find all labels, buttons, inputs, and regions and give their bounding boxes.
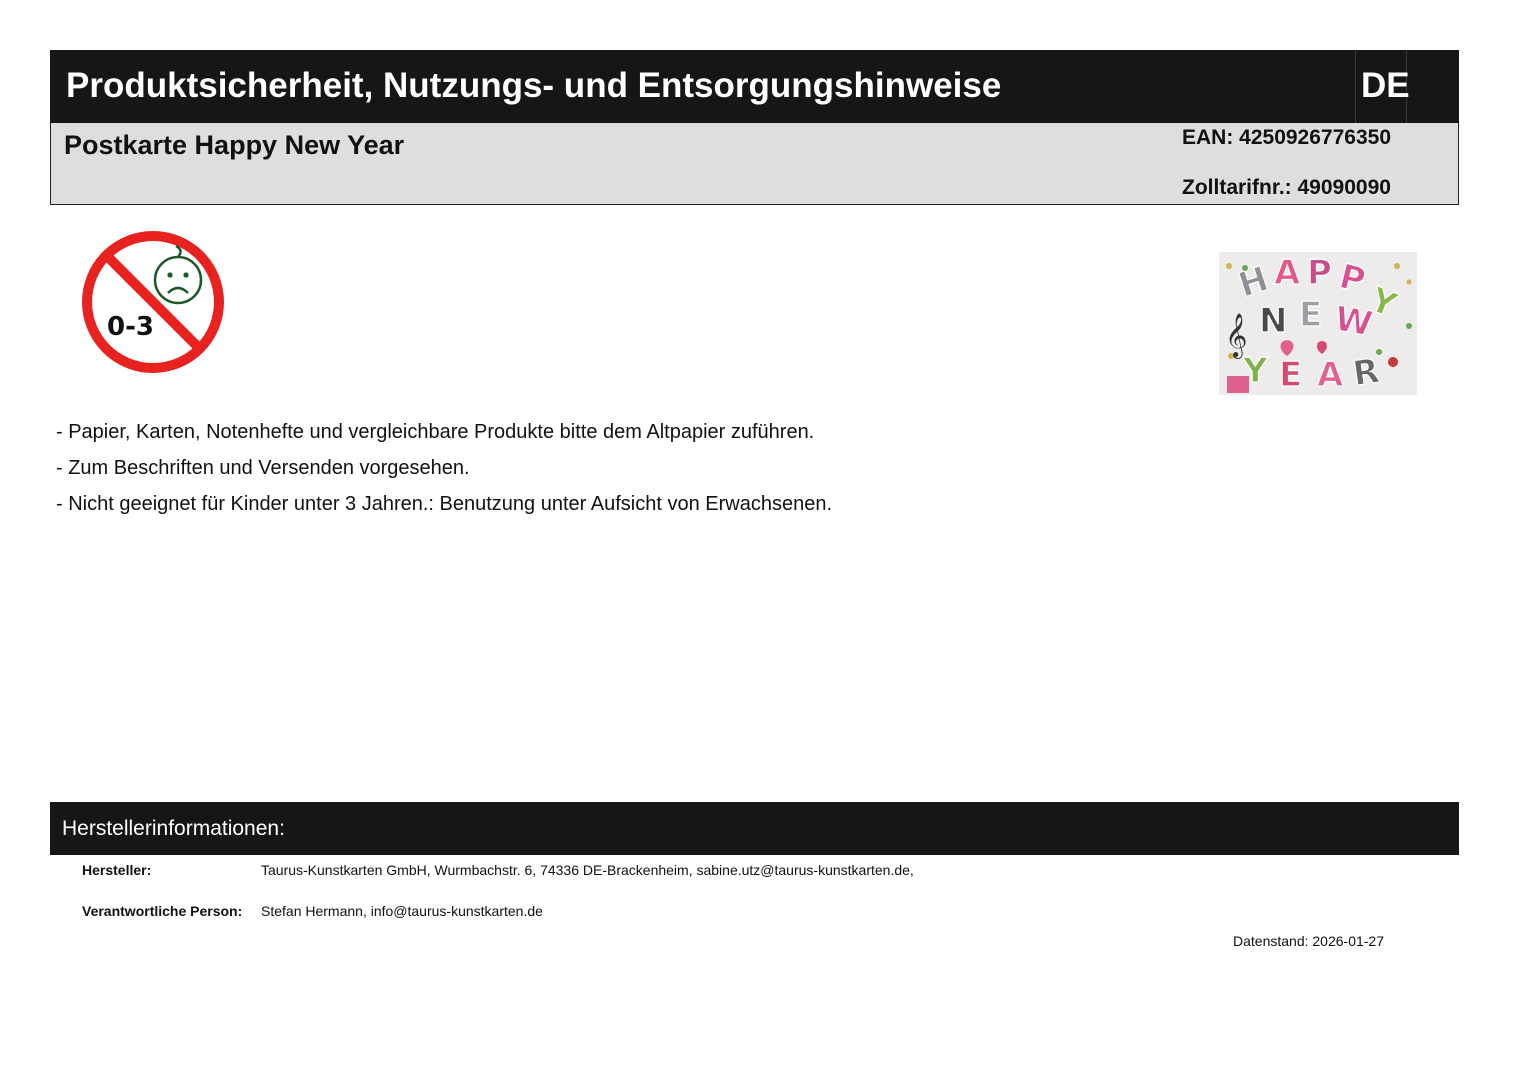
usage-note: - Zum Beschriften und Versenden vorgeseh… xyxy=(56,457,470,479)
language-box: DE xyxy=(1355,50,1410,124)
manufacturer-value: Taurus-Kunstkarten GmbH, Wurmbachstr. 6,… xyxy=(261,862,914,878)
card-letter: A xyxy=(1317,355,1344,395)
card-letter: W xyxy=(1332,299,1376,345)
usage-notes-list: - Papier, Karten, Notenhefte und verglei… xyxy=(56,414,832,522)
title-bar: Produktsicherheit, Nutzungs- und Entsorg… xyxy=(50,50,1459,124)
product-image: H A P P Y N E W Y E A R 𝄞 xyxy=(1219,252,1417,395)
data-date: Datenstand: 2026-01-27 xyxy=(1233,933,1384,949)
responsible-person-value: Stefan Hermann, info@taurus-kunstkarten.… xyxy=(261,903,543,919)
manufacturer-info-bar: Herstellerinformationen: xyxy=(50,802,1459,855)
manufacturer-heading: Herstellerinformationen: xyxy=(62,817,285,840)
gift-icon xyxy=(1227,376,1249,393)
usage-note: - Papier, Karten, Notenhefte und verglei… xyxy=(56,421,815,443)
happy-new-year-card-image: H A P P Y N E W Y E A R 𝄞 xyxy=(1219,252,1417,395)
age-range-label: 0-3 xyxy=(107,312,154,342)
product-name: Postkarte Happy New Year xyxy=(64,130,405,160)
treble-clef-icon: 𝄞 xyxy=(1225,313,1247,359)
card-letter: P xyxy=(1307,253,1332,293)
not-for-children-under-3-icon: 0-3 xyxy=(80,229,226,375)
card-letter: E xyxy=(1279,355,1302,395)
ean-number: EAN: 4250926776350 xyxy=(1182,126,1391,149)
age-warning-graphic: 0-3 xyxy=(82,231,224,373)
language-code: DE xyxy=(1361,66,1410,105)
page-title: Produktsicherheit, Nutzungs- und Entsorg… xyxy=(66,66,1002,105)
manufacturer-label: Hersteller: xyxy=(82,862,152,878)
card-letter: E xyxy=(1299,295,1322,335)
card-letter: N xyxy=(1259,301,1287,341)
product-info-bar: Postkarte Happy New Year EAN: 4250926776… xyxy=(50,123,1459,205)
card-letter: A xyxy=(1274,253,1301,293)
usage-note: - Nicht geeignet für Kinder unter 3 Jahr… xyxy=(56,493,833,515)
responsible-person-label: Verantwortliche Person: xyxy=(82,903,243,919)
card-letter: R xyxy=(1350,351,1381,394)
customs-tariff-number: Zolltarifnr.: 49090090 xyxy=(1182,176,1391,199)
ornament-icon xyxy=(1388,357,1398,367)
